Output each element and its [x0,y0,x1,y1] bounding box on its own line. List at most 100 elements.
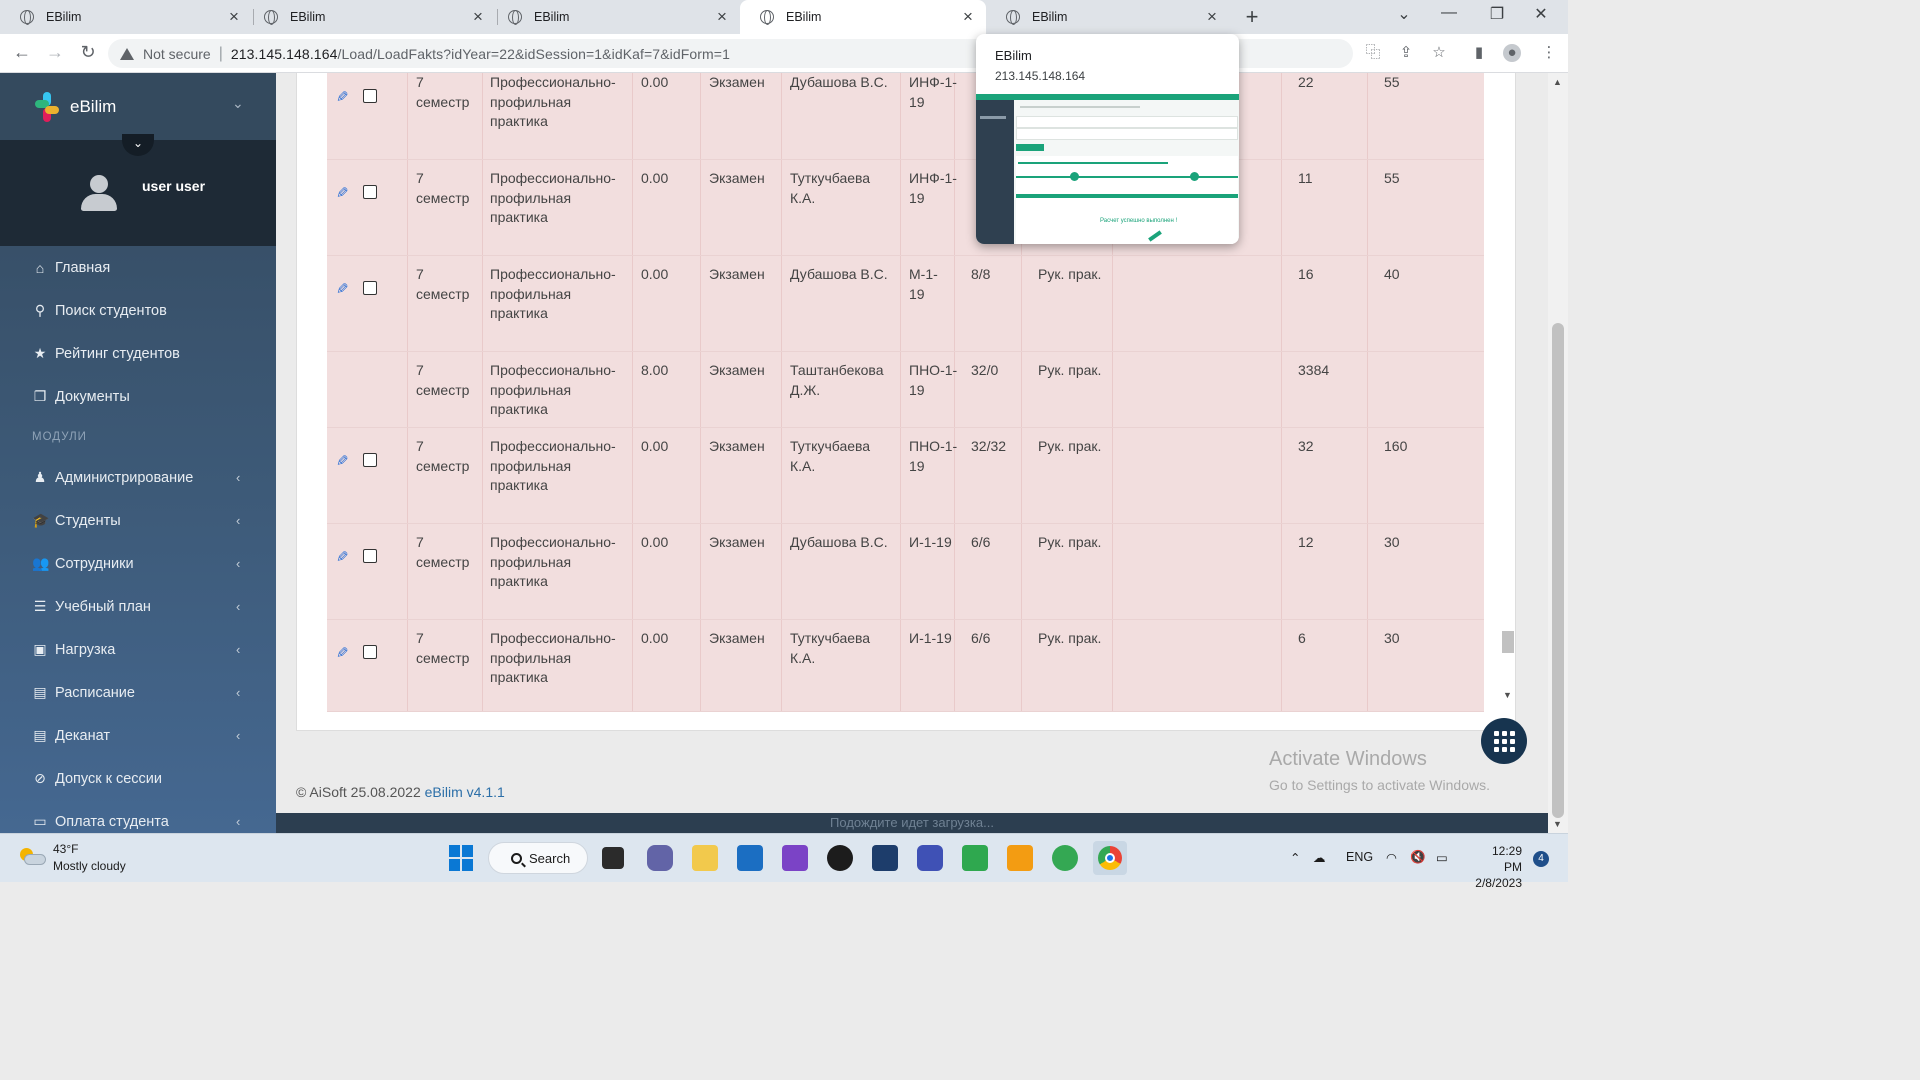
notification-badge[interactable]: 4 [1533,851,1549,867]
sidebar-item[interactable]: ⌂ Главная [0,246,276,289]
edit-pencil-icon[interactable]: ✎ [336,184,349,202]
activate-windows-watermark: Activate Windows Go to Settings to activ… [1269,748,1490,793]
close-tab-icon[interactable]: × [960,8,976,25]
row-checkbox[interactable] [363,185,377,199]
sidebar-item[interactable]: 👥 Сотрудники ‹ [0,542,276,585]
share-icon[interactable]: ⇪ [1397,44,1415,62]
battery-icon[interactable]: ▭ [1436,850,1448,865]
edit-pencil-icon[interactable]: ✎ [336,280,349,298]
weather-temperature[interactable]: 43°F [53,842,78,856]
weather-description[interactable]: Mostly cloudy [53,859,126,873]
cell-semester: 7 семестр [416,170,470,206]
taskbar-search[interactable]: Search [488,842,588,874]
scroll-down-arrow-icon[interactable]: ▼ [1553,819,1562,829]
microsoft-store-icon[interactable] [737,845,763,871]
edit-pencil-icon[interactable]: ✎ [336,88,349,106]
system-clock[interactable]: 12:29 PM 2/8/2023 [1472,843,1522,891]
version-link[interactable]: eBilim v4.1.1 [425,784,505,800]
sidebar-item[interactable]: 🎓 Студенты ‹ [0,499,276,542]
cloudy-weather-icon[interactable] [20,846,46,866]
onedrive-cloud-icon[interactable]: ☁ [1313,850,1326,865]
globe-icon [264,10,278,25]
edit-pencil-icon[interactable]: ✎ [336,644,349,662]
id-card-icon: ▣ [33,641,47,657]
sidebar-item-label: Главная [55,259,111,276]
chrome-profile-icon[interactable] [1052,845,1078,871]
cell-type: Рук. прак. [1038,266,1102,282]
sidebar-item[interactable]: ▤ Деканат ‹ [0,714,276,757]
sidebar-item[interactable]: ▤ Расписание ‹ [0,671,276,714]
translate-icon[interactable]: ⿻ [1364,44,1382,62]
wifi-icon[interactable]: ◠ [1386,850,1397,865]
close-tab-icon[interactable]: × [226,8,242,25]
chevron-up-icon[interactable]: ⌃ [1290,850,1300,865]
sidebar-item[interactable]: ❐ Документы [0,375,276,418]
chevron-left-icon: ‹ [236,513,241,528]
language-indicator[interactable]: ENG [1346,850,1373,864]
tab-search-chevron-icon[interactable]: ⌄ [1389,4,1419,24]
teams-chat-icon[interactable] [647,845,673,871]
kebab-menu-icon[interactable]: ⋮ [1540,44,1558,62]
row-checkbox[interactable] [363,281,377,295]
row-checkbox[interactable] [363,549,377,563]
sidebar-item[interactable]: ★ Рейтинг студентов [0,332,276,375]
browser-tab[interactable]: EBilim × [488,0,740,34]
visual-studio-icon[interactable] [782,845,808,871]
reload-icon[interactable]: ↻ [77,42,99,63]
side-panel-icon[interactable]: ▮ [1470,44,1488,62]
p-app-icon[interactable] [917,845,943,871]
close-tab-icon[interactable]: × [470,8,486,25]
sidebar-item[interactable]: ▭ Оплата студента ‹ [0,800,276,833]
edit-pencil-icon[interactable]: ✎ [336,452,349,470]
sidebar-item-label: Поиск студентов [55,302,167,319]
row-checkbox[interactable] [363,645,377,659]
list-icon: ☰ [33,598,47,614]
close-tab-icon[interactable]: × [1204,8,1220,25]
sidebar-item[interactable]: ♟ Администрирование ‹ [0,456,276,499]
sidebar-menu: ⌂ Главная ⚲ Поиск студентов ★ Рейтинг студент… [0,246,276,833]
sidebar-item[interactable]: ⊘ Допуск к сессии [0,757,276,800]
bookmark-star-icon[interactable]: ☆ [1430,44,1448,62]
table-scrollbar-thumb[interactable] [1502,631,1514,653]
shield-app-icon[interactable] [872,845,898,871]
browser-tab-active[interactable]: EBilim × [740,0,986,34]
task-view-icon[interactable] [602,847,624,869]
row-checkbox[interactable] [363,453,377,467]
restore-button[interactable]: ❐ [1482,4,1512,24]
cell-teacher: Туткучбаева К.А. [790,630,871,666]
browser-tab[interactable]: EBilim × [244,0,496,34]
new-tab-button[interactable]: + [1240,4,1264,30]
back-arrow-icon[interactable]: ← [11,42,33,63]
tab-title: EBilim [46,10,82,24]
close-window-button[interactable]: ✕ [1526,4,1556,24]
row-checkbox[interactable] [363,89,377,103]
globe-icon [760,10,774,25]
tools-app-icon[interactable] [1007,845,1033,871]
browser-tab[interactable]: EBilim × [0,0,252,34]
collapse-chevron-icon[interactable]: ⌄ [122,134,154,156]
minimize-button[interactable]: — [1434,4,1464,22]
page-scrollbar[interactable]: ▲ ▼ [1548,73,1568,833]
speaker-muted-icon[interactable]: 🔇 [1410,850,1426,865]
sidebar-item[interactable]: ⚲ Поиск студентов [0,289,276,332]
browser-tab[interactable]: EBilim × [986,0,1230,34]
profile-avatar-icon[interactable]: ● [1503,44,1521,62]
table-row: 7 семестр Профессионально-профильная прак… [327,352,1484,428]
sidebar-item[interactable]: ☰ Учебный план ‹ [0,585,276,628]
sidebar-item[interactable]: ▣ Нагрузка ‹ [0,628,276,671]
scroll-up-arrow-icon[interactable]: ▲ [1553,77,1562,87]
page-scrollbar-thumb[interactable] [1552,323,1564,818]
scroll-down-arrow-icon[interactable]: ▼ [1503,690,1512,700]
table-scrollbar[interactable]: ▼ [1500,73,1514,712]
file-explorer-icon[interactable] [692,845,718,871]
chrome-active-icon[interactable] [1093,841,1127,875]
chevron-down-icon[interactable]: ⌄ [232,95,244,112]
forward-arrow-icon[interactable]: → [44,42,66,63]
x-app-icon[interactable] [962,845,988,871]
app-red-black-icon[interactable] [827,845,853,871]
windows-start-icon[interactable] [449,845,475,871]
close-tab-icon[interactable]: × [714,8,730,25]
edit-pencil-icon[interactable]: ✎ [336,548,349,566]
apps-grid-button[interactable] [1481,718,1527,764]
brand-header[interactable]: eBilim ⌄ [0,73,276,140]
